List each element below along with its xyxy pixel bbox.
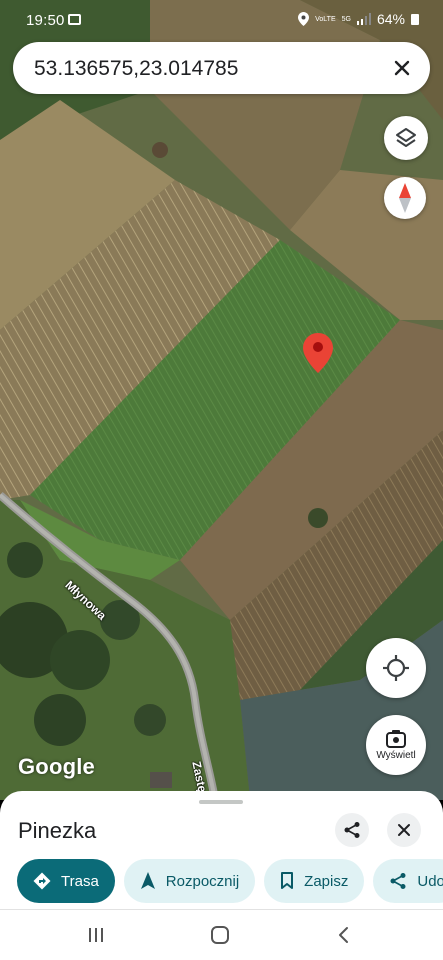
status-time: 19:50: [26, 12, 65, 29]
share-icon: [344, 822, 360, 838]
layers-icon: [396, 128, 416, 147]
crosshair-icon: [383, 655, 409, 681]
share-icon: [390, 873, 406, 889]
start-navigation-button[interactable]: Rozpocznij: [123, 859, 256, 903]
location-icon: [298, 12, 310, 26]
street-view-label: Wyświetl: [376, 750, 416, 761]
system-nav-bar: [0, 909, 443, 960]
gallery-notification-icon: [68, 14, 81, 25]
battery-icon: [411, 13, 419, 25]
5g-indicator: 5G: [341, 15, 351, 23]
battery-percent: 64%: [376, 11, 405, 27]
recent-apps-icon[interactable]: [85, 924, 107, 946]
action-chips: Trasa Rozpocznij Zapisz Udo: [17, 859, 443, 903]
close-icon: [398, 824, 410, 836]
sheet-close-button[interactable]: [387, 813, 421, 847]
signal-icon: [356, 13, 371, 25]
camera-rotate-icon: [386, 730, 406, 748]
share-chip-button[interactable]: Udo: [373, 859, 443, 903]
place-title: Pinezka: [18, 818, 97, 843]
back-icon[interactable]: [333, 924, 355, 946]
navigation-arrow-icon: [140, 872, 155, 889]
google-logo: Google: [18, 754, 95, 779]
save-label: Zapisz: [304, 872, 349, 890]
search-bar[interactable]: 53.136575,23.014785: [13, 42, 430, 94]
layers-button[interactable]: [384, 116, 428, 160]
close-icon[interactable]: [388, 54, 416, 82]
compass-icon: [399, 183, 411, 213]
sheet-drag-handle[interactable]: [199, 800, 243, 804]
status-indicators: VoLTE 5G 64%: [298, 11, 419, 27]
directions-button[interactable]: Trasa: [17, 859, 115, 903]
share-label: Udo: [417, 872, 443, 890]
map-pin-icon[interactable]: [303, 333, 333, 373]
save-button[interactable]: Zapisz: [264, 859, 365, 903]
place-bottom-sheet[interactable]: Pinezka Trasa Rozpocznij Zapisz Udo: [0, 791, 443, 909]
nav-divider: [0, 909, 443, 910]
directions-icon: [33, 872, 51, 890]
search-query[interactable]: 53.136575,23.014785: [34, 57, 238, 81]
home-icon[interactable]: [209, 924, 231, 946]
share-button[interactable]: [335, 813, 369, 847]
volte-indicator: VoLTE: [315, 15, 336, 23]
compass-button[interactable]: [384, 177, 426, 219]
start-label: Rozpocznij: [165, 872, 240, 890]
status-bar: 19:50 VoLTE 5G 64%: [0, 0, 443, 40]
bookmark-icon: [281, 872, 294, 889]
my-location-button[interactable]: [366, 638, 426, 698]
directions-label: Trasa: [61, 872, 99, 890]
street-view-button[interactable]: Wyświetl: [366, 715, 426, 775]
